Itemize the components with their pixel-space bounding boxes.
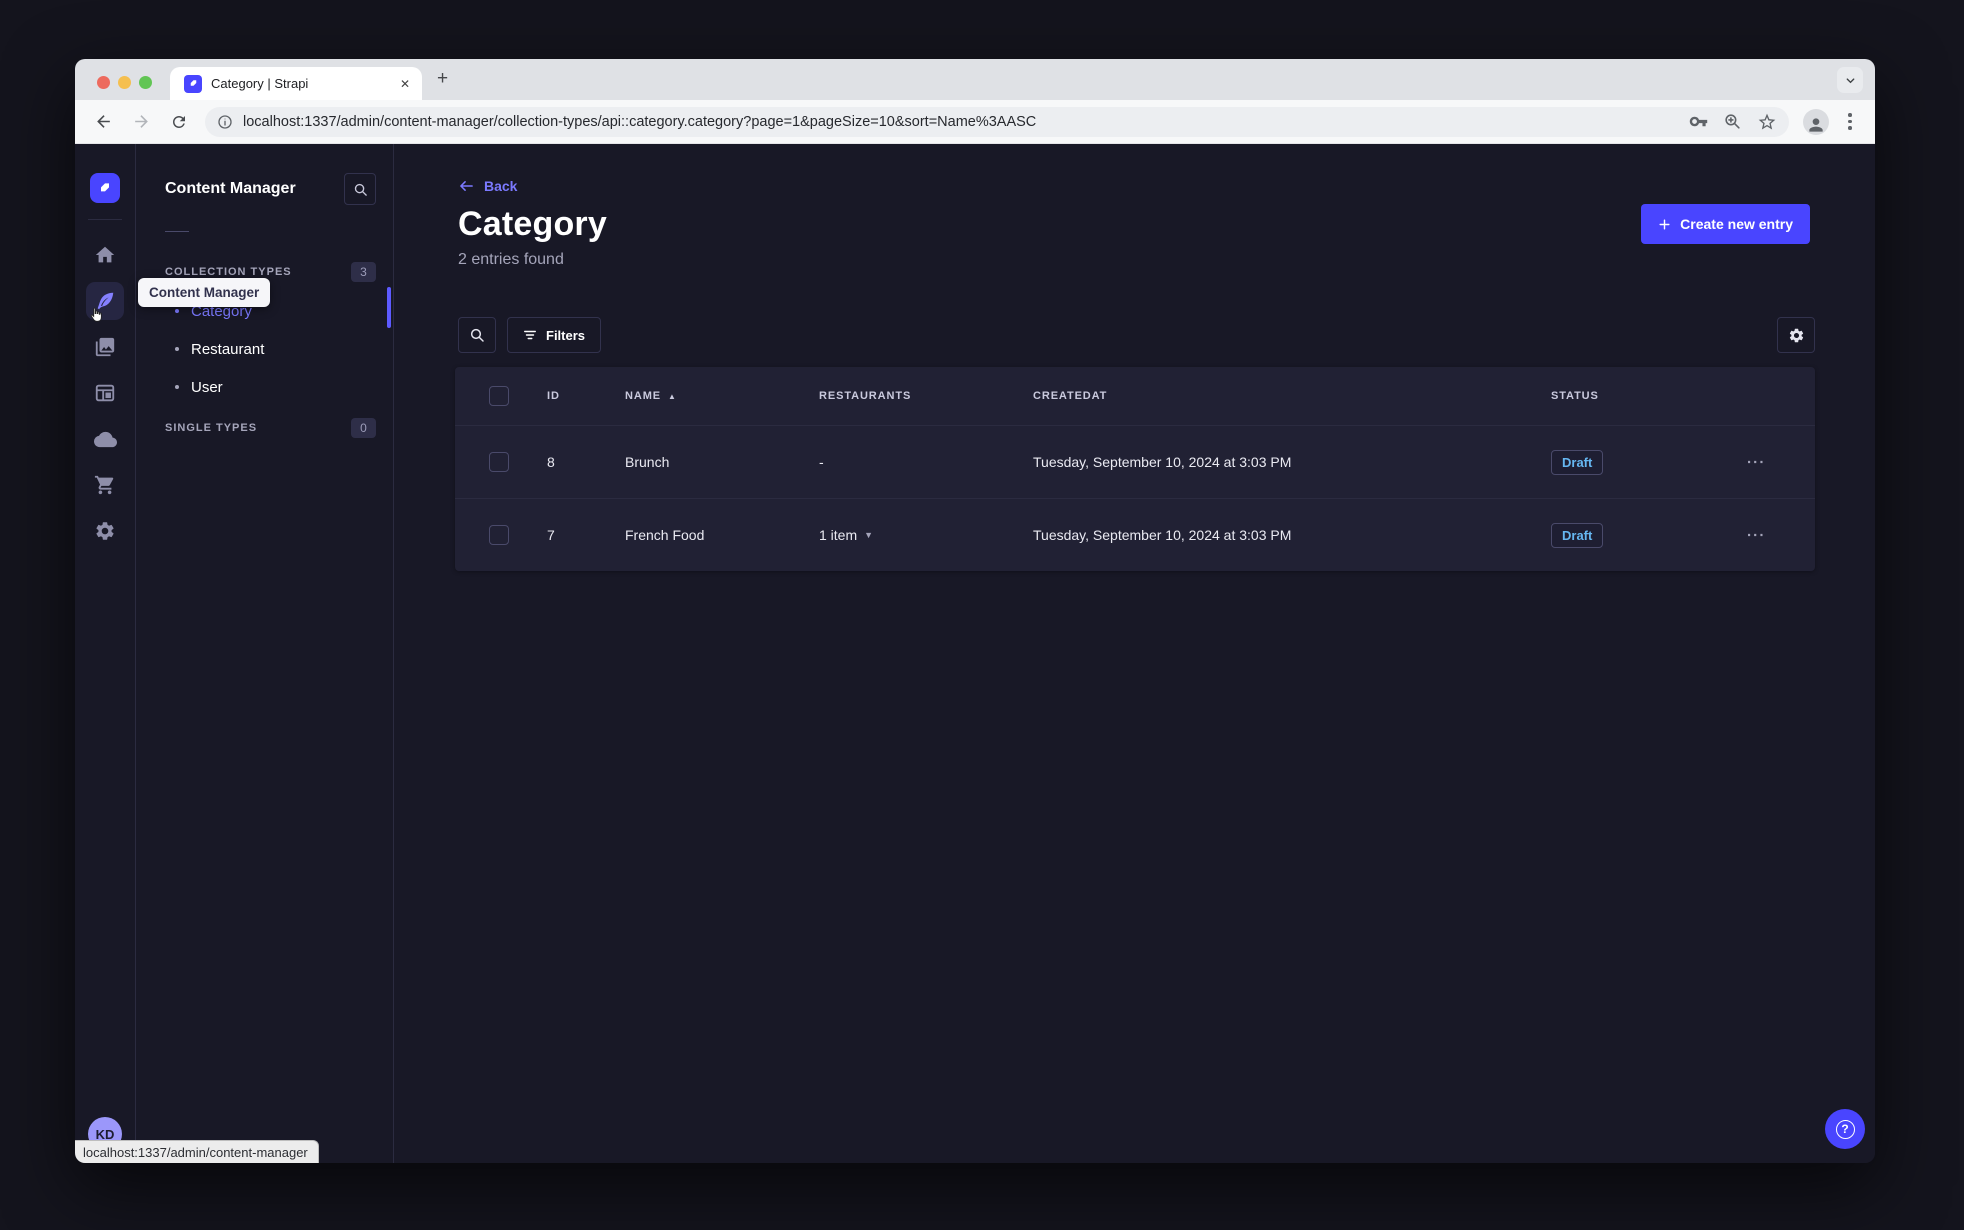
maximize-window-button[interactable] (139, 76, 152, 89)
sidebar-item-label: Restaurant (191, 340, 265, 358)
mouse-cursor (88, 306, 105, 324)
back-navigation-icon[interactable] (91, 110, 115, 134)
subnav-search-button[interactable] (344, 173, 376, 205)
page-info-icon[interactable] (217, 114, 233, 130)
media-library-icon[interactable] (86, 328, 124, 366)
select-all-checkbox[interactable] (489, 386, 509, 406)
cell-name: French Food (625, 527, 705, 543)
url-text[interactable]: localhost:1337/admin/content-manager/col… (243, 114, 1679, 130)
content-manager-icon[interactable] (86, 282, 124, 322)
cell-restaurants[interactable]: 1 item ▼ (819, 527, 1033, 543)
column-header-createdat[interactable]: CREATEDAT (1033, 390, 1551, 402)
back-link[interactable]: Back (458, 178, 517, 194)
cell-id: 7 (547, 527, 555, 543)
browser-profile-icon[interactable] (1803, 108, 1829, 135)
row-checkbox[interactable] (489, 452, 509, 472)
search-icon (354, 183, 367, 196)
single-types-label: SINGLE TYPES (165, 422, 258, 434)
browser-toolbar: localhost:1337/admin/content-manager/col… (75, 100, 1875, 144)
bookmark-star-icon[interactable] (1757, 112, 1777, 132)
page-title: Category (458, 204, 607, 243)
main-content: Back Category Create new entry 2 entries… (394, 144, 1875, 1163)
tab-title: Category | Strapi (211, 76, 309, 91)
subnav-scrollbar-thumb[interactable] (387, 287, 391, 328)
view-settings-button[interactable] (1777, 317, 1815, 353)
subnav-divider (165, 231, 189, 232)
row-actions-menu[interactable]: ∙∙∙ (1747, 527, 1815, 544)
bullet-icon (175, 309, 179, 313)
gear-icon (1789, 328, 1803, 342)
row-checkbox[interactable] (489, 525, 509, 545)
deploy-cloud-icon[interactable] (86, 420, 124, 458)
cell-createdat: Tuesday, September 10, 2024 at 3:03 PM (1033, 527, 1292, 543)
sidebar-item-user[interactable]: User (136, 368, 393, 406)
column-header-status[interactable]: STATUS (1551, 390, 1747, 402)
browser-window: Category | Strapi ✕ + localhost:1337/adm… (75, 59, 1875, 1163)
minimize-window-button[interactable] (118, 76, 131, 89)
cell-name: Brunch (625, 454, 670, 470)
url-bar[interactable]: localhost:1337/admin/content-manager/col… (205, 106, 1789, 137)
filters-button[interactable]: Filters (507, 317, 602, 353)
table-row[interactable]: 7 French Food 1 item ▼ Tuesday, September… (455, 498, 1815, 571)
collection-types-label: COLLECTION TYPES (165, 266, 292, 278)
filter-icon (524, 330, 536, 340)
column-header-restaurants[interactable]: RESTAURANTS (819, 390, 1033, 402)
bullet-icon (175, 385, 179, 389)
traffic-lights (97, 76, 152, 89)
help-button[interactable]: ? (1825, 1109, 1865, 1149)
sort-asc-icon: ▲ (668, 391, 677, 401)
link-target-status-bubble: localhost:1337/admin/content-manager (75, 1140, 319, 1163)
reload-icon[interactable] (167, 110, 191, 134)
table-row[interactable]: 8 Brunch - Tuesday, September 10, 2024 a… (455, 425, 1815, 498)
entries-count: 2 entries found (458, 251, 564, 268)
column-header-name[interactable]: NAME ▲ (625, 390, 819, 402)
cell-restaurants: - (819, 454, 824, 470)
home-icon[interactable] (86, 236, 124, 274)
subnav-title: Content Manager (165, 180, 296, 197)
plus-icon (1659, 218, 1670, 230)
sidebar-item-label: User (191, 378, 223, 396)
rail-divider (88, 219, 122, 220)
strapi-favicon-icon (184, 74, 202, 93)
tab-close-icon[interactable]: ✕ (398, 75, 412, 93)
password-key-icon[interactable] (1689, 112, 1708, 131)
content-type-builder-icon[interactable] (86, 374, 124, 412)
create-new-entry-button[interactable]: Create new entry (1641, 204, 1810, 244)
tab-search-chevron-icon[interactable] (1837, 67, 1863, 93)
sidebar-item-restaurant[interactable]: Restaurant (136, 330, 393, 368)
browser-tab[interactable]: Category | Strapi ✕ (170, 67, 422, 100)
back-arrow-icon (460, 181, 473, 191)
row-actions-menu[interactable]: ∙∙∙ (1747, 454, 1815, 471)
single-types-section: SINGLE TYPES 0 (136, 418, 393, 438)
status-badge: Draft (1551, 522, 1604, 548)
list-toolbar: Filters (458, 317, 1815, 353)
zoom-magnifier-icon[interactable] (1723, 112, 1742, 131)
cell-id: 8 (547, 454, 555, 470)
search-entries-button[interactable] (458, 317, 496, 353)
browser-menu-icon[interactable] (1841, 113, 1859, 130)
table-header-row: ID NAME ▲ RESTAURANTS CREATEDAT STATUS (455, 367, 1815, 425)
column-header-id[interactable]: ID (547, 390, 625, 402)
question-mark-icon: ? (1835, 1119, 1855, 1139)
search-icon (470, 328, 484, 342)
tab-strip: Category | Strapi ✕ + (75, 59, 1875, 100)
content-manager-tooltip: Content Manager (138, 278, 271, 307)
main-navigation-rail: KD (75, 144, 136, 1163)
bullet-icon (175, 347, 179, 351)
strapi-admin: KD Content Manager COLLECTION TYPES 3 Ca… (75, 144, 1875, 1163)
forward-navigation-icon (129, 110, 153, 134)
strapi-logo[interactable] (90, 173, 120, 203)
new-tab-button[interactable]: + (437, 69, 448, 88)
chevron-down-icon: ▼ (864, 530, 874, 540)
marketplace-icon[interactable] (86, 466, 124, 504)
single-types-count-badge: 0 (351, 418, 376, 438)
settings-icon[interactable] (86, 512, 124, 550)
status-badge: Draft (1551, 449, 1604, 475)
collection-types-count-badge: 3 (351, 262, 376, 282)
close-window-button[interactable] (97, 76, 110, 89)
cell-createdat: Tuesday, September 10, 2024 at 3:03 PM (1033, 454, 1292, 470)
entries-table: ID NAME ▲ RESTAURANTS CREATEDAT STATUS 8 … (455, 367, 1815, 571)
